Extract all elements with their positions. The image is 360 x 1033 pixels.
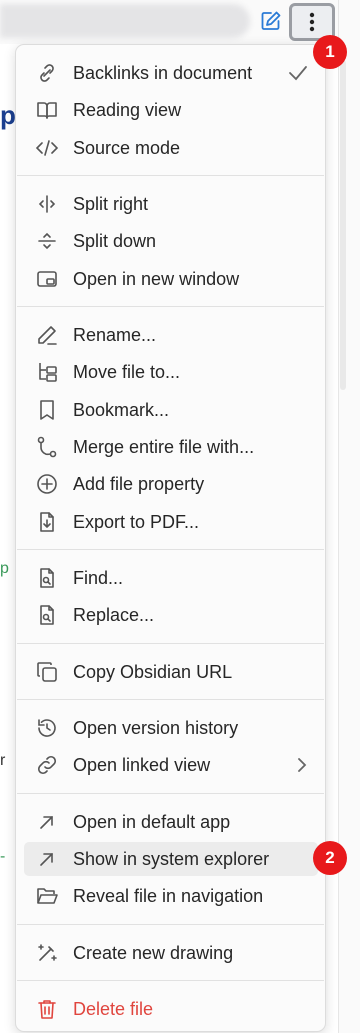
magic-wand-icon	[36, 942, 58, 964]
menu-item-merge-file[interactable]: Merge entire file with...	[24, 430, 318, 464]
menu-item-label: Bookmark...	[73, 399, 170, 420]
menu-item-label: Add file property	[73, 473, 205, 494]
view-header	[0, 0, 360, 44]
menu-separator	[17, 924, 324, 925]
menu-item-copy-url[interactable]: Copy Obsidian URL	[24, 655, 318, 689]
menu-item-create-drawing[interactable]: Create new drawing	[24, 936, 318, 970]
bookmark-icon	[36, 399, 58, 421]
menu-item-add-property[interactable]: Add file property	[24, 467, 318, 501]
menu-item-export-pdf[interactable]: Export to PDF...	[24, 505, 318, 539]
menu-separator	[17, 643, 324, 644]
split-right-icon	[36, 193, 58, 215]
menu-separator	[17, 699, 324, 700]
bg-text-fragment: p	[0, 100, 16, 130]
new-window-icon	[36, 268, 58, 290]
menu-item-label: Replace...	[73, 604, 155, 625]
menu-item-label: Create new drawing	[73, 942, 234, 963]
menu-item-version-history[interactable]: Open version history	[24, 711, 318, 745]
annotation-badge-2: 2	[313, 841, 347, 875]
plus-circle-icon	[36, 473, 58, 495]
menu-item-open-default-app[interactable]: Open in default app	[24, 805, 318, 839]
menu-item-label: Export to PDF...	[73, 511, 200, 532]
menu-item-label: Find...	[73, 567, 124, 588]
git-merge-icon	[36, 436, 58, 458]
vertical-dots-icon	[308, 11, 316, 33]
more-options-menu: Backlinks in document Reading view Sourc…	[15, 44, 326, 1032]
menu-item-bookmark[interactable]: Bookmark...	[24, 393, 318, 427]
menu-item-open-new-window[interactable]: Open in new window	[24, 262, 318, 296]
link-icon	[36, 754, 58, 776]
copy-icon	[36, 661, 58, 683]
menu-item-label: Open in new window	[73, 268, 240, 289]
split-down-icon	[36, 230, 58, 252]
annotation-badge-1: 1	[313, 35, 347, 69]
history-icon	[36, 717, 58, 739]
book-open-icon	[36, 99, 58, 121]
checkmark-icon	[288, 64, 308, 82]
menu-item-label: Reveal file in navigation	[73, 885, 264, 906]
menu-separator	[17, 549, 324, 550]
code-icon	[36, 137, 58, 159]
menu-item-label: Reading view	[73, 99, 182, 120]
menu-item-rename[interactable]: Rename...	[24, 318, 318, 352]
bg-text-fragment: r	[0, 752, 6, 769]
blurred-title-area	[0, 4, 250, 38]
menu-item-label: Open linked view	[73, 754, 211, 775]
menu-item-label: Open version history	[73, 717, 239, 738]
menu-item-label: Open in default app	[73, 811, 231, 832]
menu-separator	[17, 980, 324, 981]
menu-item-label: Show in system explorer	[73, 848, 270, 869]
menu-item-replace[interactable]: Replace...	[24, 598, 318, 632]
menu-item-label: Delete file	[73, 998, 154, 1019]
edit-icon	[260, 10, 282, 32]
menu-separator	[17, 306, 324, 307]
menu-item-split-down[interactable]: Split down	[24, 224, 318, 258]
arrow-up-right-icon	[36, 811, 58, 833]
bg-text-fragment: p	[0, 560, 9, 577]
backlinks-icon	[36, 62, 58, 84]
file-replace-icon	[36, 604, 58, 626]
menu-separator	[17, 793, 324, 794]
menu-item-backlinks[interactable]: Backlinks in document	[24, 56, 318, 90]
file-download-icon	[36, 511, 58, 533]
menu-item-label: Move file to...	[73, 361, 181, 382]
menu-item-find[interactable]: Find...	[24, 561, 318, 595]
folder-open-icon	[36, 885, 58, 907]
scrollbar[interactable]	[340, 60, 346, 390]
bg-text-fragment: -	[0, 848, 6, 865]
menu-item-source-mode[interactable]: Source mode	[24, 131, 318, 165]
menu-item-linked-view[interactable]: Open linked view	[24, 748, 318, 782]
menu-item-label: Split down	[73, 230, 157, 251]
menu-item-split-right[interactable]: Split right	[24, 187, 318, 221]
menu-item-label: Source mode	[73, 137, 181, 158]
menu-item-show-in-explorer[interactable]: Show in system explorer	[24, 842, 318, 876]
menu-item-label: Copy Obsidian URL	[73, 661, 233, 682]
menu-item-delete-file[interactable]: Delete file	[24, 992, 318, 1026]
trash-icon	[36, 998, 58, 1020]
arrow-up-right-icon	[36, 848, 58, 870]
menu-item-label: Merge entire file with...	[73, 436, 255, 457]
menu-separator	[17, 175, 324, 176]
menu-item-label: Rename...	[73, 324, 157, 345]
menu-item-label: Backlinks in document	[73, 62, 253, 83]
chevron-right-icon	[296, 757, 308, 773]
pencil-icon	[36, 324, 58, 346]
file-search-icon	[36, 567, 58, 589]
edit-button[interactable]	[258, 8, 284, 34]
menu-item-reveal-in-navigation[interactable]: Reveal file in navigation	[24, 879, 318, 913]
menu-item-reading-view[interactable]: Reading view	[24, 93, 318, 127]
menu-item-label: Split right	[73, 193, 149, 214]
folder-tree-icon	[36, 361, 58, 383]
menu-item-move-file[interactable]: Move file to...	[24, 355, 318, 389]
